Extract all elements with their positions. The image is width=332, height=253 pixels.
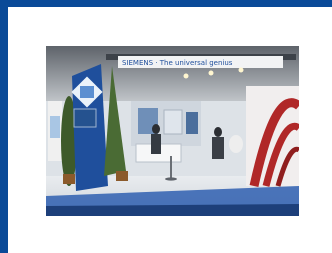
stanchion-base <box>165 177 177 181</box>
interior-screen-3 <box>186 112 198 134</box>
visitor-head-2 <box>214 127 222 137</box>
left-display-screen <box>50 116 60 138</box>
booth-banner-text: SIEMENS · The universal genius <box>122 59 233 67</box>
interior-screen-2 <box>163 109 183 135</box>
left-blue-bar <box>0 0 8 253</box>
visitor-head-1 <box>152 124 160 134</box>
pillar-info-panel <box>73 108 97 128</box>
visitor-body-1 <box>151 134 161 154</box>
floor-edge <box>46 204 299 216</box>
visitor-seated <box>229 135 243 153</box>
booth-scene: SIEMENS · The universal genius <box>46 46 299 216</box>
ceiling-light-3 <box>238 67 244 73</box>
ceiling-light-2 <box>208 70 214 76</box>
visitor-body-2 <box>212 137 224 159</box>
pillar-logo-inner <box>80 86 94 98</box>
stanchion-post <box>170 156 172 178</box>
planter-center <box>116 171 128 181</box>
ceiling-light-1 <box>183 73 189 79</box>
top-blue-bar <box>0 0 332 7</box>
planter-left <box>63 174 75 184</box>
exhibition-booth-photo: SIEMENS · The universal genius <box>46 46 299 216</box>
